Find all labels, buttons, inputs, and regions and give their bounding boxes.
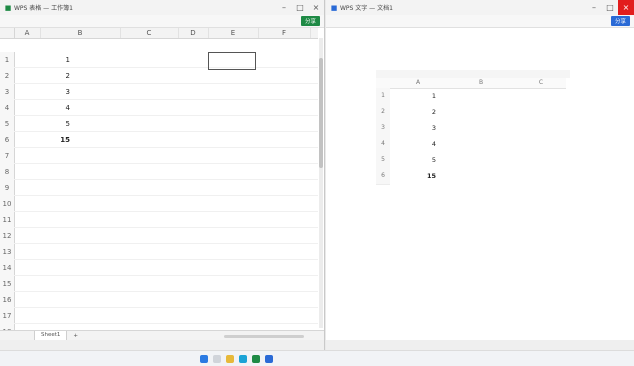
row-header[interactable]: 14 — [0, 260, 15, 277]
spreadsheet-titlebar: ■ WPS 表格 — 工作簿1 – □ × — [0, 0, 324, 15]
row-header[interactable]: 9 — [0, 180, 15, 197]
document-ribbon: 分享 — [326, 15, 634, 28]
gridline — [14, 259, 318, 260]
spreadsheet-window: ■ WPS 表格 — 工作簿1 – □ × 分享 ABCDEF 12345678… — [0, 0, 325, 350]
embedded-cell: 2 — [431, 108, 436, 116]
minimize-icon[interactable]: – — [586, 0, 602, 15]
embedded-cell: 15 — [426, 172, 436, 180]
cell[interactable]: 4 — [40, 100, 70, 116]
embedded-row-header: 1 — [376, 88, 390, 105]
gridline — [14, 227, 318, 228]
maximize-icon[interactable]: □ — [602, 0, 618, 15]
spreadsheet-ribbon: 分享 — [0, 15, 324, 28]
search-icon[interactable] — [213, 354, 221, 363]
row-header[interactable]: 13 — [0, 244, 15, 261]
word-icon[interactable] — [265, 354, 273, 363]
add-sheet-icon[interactable]: + — [73, 333, 78, 339]
document-titlebar: ■ WPS 文字 — 文档1 – □ × — [326, 0, 634, 15]
document-window: ■ WPS 文字 — 文档1 – □ × 分享 ABC 123456123451… — [326, 0, 634, 350]
taskbar — [0, 350, 634, 366]
gridline — [14, 195, 318, 196]
document-page[interactable]: ABC 1 2 3 4 5 6 1 2 3 4 5 15 — [326, 28, 634, 340]
row-header[interactable]: 12 — [0, 228, 15, 245]
document-statusbar — [326, 340, 634, 350]
close-icon[interactable]: × — [618, 0, 634, 15]
browser-icon[interactable] — [239, 354, 247, 363]
row-header[interactable]: 17 — [0, 308, 15, 325]
share-button[interactable]: 分享 — [610, 16, 630, 26]
close-icon[interactable]: × — [308, 0, 324, 15]
embedded-row-header: 4 — [376, 136, 390, 153]
file-explorer-icon[interactable] — [226, 354, 234, 363]
selected-cell[interactable] — [208, 52, 256, 70]
row-header[interactable]: 10 — [0, 196, 15, 213]
gridline — [14, 243, 318, 244]
embedded-cell: 4 — [431, 140, 436, 148]
gridline — [14, 163, 318, 164]
share-button[interactable]: 分享 — [300, 16, 320, 26]
start-icon[interactable] — [200, 354, 208, 363]
column-header-d[interactable]: D — [178, 28, 209, 38]
gridline — [14, 323, 318, 324]
embedded-column-header-a: A — [415, 79, 421, 86]
row-header[interactable]: 11 — [0, 212, 15, 229]
embedded-table-toolbar — [376, 70, 570, 78]
excel-icon: ■ — [4, 3, 12, 12]
select-all-corner[interactable] — [0, 28, 15, 38]
gridline — [14, 307, 318, 308]
cell[interactable]: 5 — [40, 116, 70, 132]
embedded-column-header-c: C — [538, 79, 544, 86]
embedded-cell: 5 — [431, 156, 436, 164]
gridline — [14, 179, 318, 180]
embedded-row-header: 2 — [376, 104, 390, 121]
row-header[interactable]: 6 — [0, 132, 15, 149]
cell[interactable]: 15 — [40, 132, 70, 148]
cell[interactable]: 1 — [40, 52, 70, 68]
embedded-column-header: A B C — [376, 78, 566, 89]
column-header-c[interactable]: C — [120, 28, 179, 38]
embedded-row-header: 5 — [376, 152, 390, 169]
document-title: WPS 文字 — 文档1 — [340, 5, 393, 12]
row-header[interactable]: 7 — [0, 148, 15, 165]
row-header[interactable]: 1 — [0, 52, 15, 69]
embedded-row-header: 6 — [376, 168, 390, 185]
column-header-f[interactable]: F — [258, 28, 311, 38]
maximize-icon[interactable]: □ — [292, 0, 308, 15]
spreadsheet-statusbar — [0, 340, 324, 350]
gridline — [14, 275, 318, 276]
column-header-e[interactable]: E — [208, 28, 259, 38]
row-header[interactable]: 5 — [0, 116, 15, 133]
vertical-scrollbar[interactable] — [319, 38, 323, 328]
gridline — [14, 211, 318, 212]
embedded-column-header-b: B — [478, 79, 484, 86]
minimize-icon[interactable]: – — [276, 0, 292, 15]
embedded-row-header: 3 — [376, 120, 390, 137]
row-header[interactable]: 3 — [0, 84, 15, 101]
taskbar-apps — [200, 354, 273, 363]
row-header[interactable]: 15 — [0, 276, 15, 293]
spreadsheet-title: WPS 表格 — 工作簿1 — [14, 5, 73, 12]
cell[interactable]: 3 — [40, 84, 70, 100]
cell[interactable]: 2 — [40, 68, 70, 84]
gridline — [14, 291, 318, 292]
column-header-a[interactable]: A — [14, 28, 41, 38]
row-header[interactable]: 2 — [0, 68, 15, 85]
embedded-cell: 1 — [431, 92, 436, 100]
row-header[interactable]: 4 — [0, 100, 15, 117]
column-header-b[interactable]: B — [40, 28, 121, 38]
word-icon: ■ — [330, 3, 338, 12]
column-header-bar: ABCDEF — [0, 28, 318, 39]
embedded-cell: 3 — [431, 124, 436, 132]
excel-icon[interactable] — [252, 354, 260, 363]
row-header[interactable]: 8 — [0, 164, 15, 181]
row-header[interactable]: 16 — [0, 292, 15, 309]
horizontal-scrollbar[interactable] — [224, 334, 304, 338]
